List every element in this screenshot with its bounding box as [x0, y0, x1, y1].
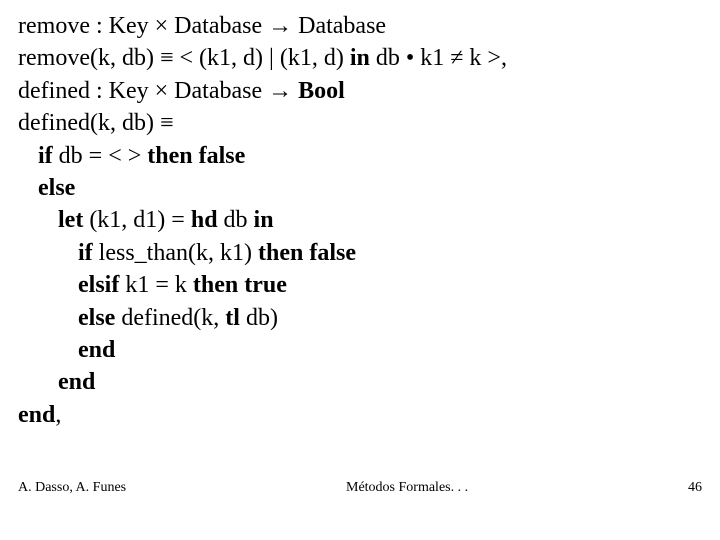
text: db)	[240, 305, 278, 331]
keyword-tl: tl	[225, 305, 240, 331]
keyword-hd: hd	[191, 207, 218, 233]
equiv-symbol: ≡	[160, 45, 174, 71]
keyword-elsif: elsif	[78, 272, 119, 298]
keyword-if: if	[78, 240, 93, 266]
text: k1 = k	[119, 272, 193, 298]
line-3: defined : Key × Database → Bool	[18, 75, 702, 107]
line-11: end	[18, 334, 702, 366]
times-symbol: ×	[155, 78, 169, 104]
text: k >,	[463, 45, 507, 71]
neq-symbol: ≠	[450, 45, 463, 71]
line-1: remove : Key × Database → Database	[18, 10, 702, 42]
line-5: if db = < > then false	[18, 140, 702, 172]
text: defined : Key	[18, 78, 155, 104]
keyword-else: else	[78, 305, 115, 331]
type-bool: Bool	[298, 78, 345, 104]
text: defined(k,	[115, 305, 225, 331]
keyword-if: if	[38, 143, 53, 169]
text: (k1, d1) =	[83, 207, 191, 233]
keyword-end: end	[58, 369, 95, 395]
line-4: defined(k, db) ≡	[18, 107, 702, 139]
arrow-symbol: →	[268, 13, 292, 39]
line-8: if less_than(k, k1) then false	[18, 237, 702, 269]
footer-authors: A. Dasso, A. Funes	[18, 480, 126, 496]
line-2: remove(k, db) ≡ < (k1, d) | (k1, d) in d…	[18, 42, 702, 74]
line-10: else defined(k, tl db)	[18, 302, 702, 334]
text: db	[218, 207, 254, 233]
line-6: else	[18, 172, 702, 204]
keyword-else: else	[38, 175, 75, 201]
arrow-symbol: →	[268, 78, 292, 104]
text: defined(k, db)	[18, 110, 160, 136]
text: Database	[292, 13, 386, 39]
line-12: end	[18, 366, 702, 398]
footer-title: Métodos Formales. . .	[346, 480, 468, 496]
keyword-then-false: then false	[258, 240, 356, 266]
keyword-then-true: then true	[193, 272, 287, 298]
keyword-in: in	[254, 207, 274, 233]
text: ,	[55, 402, 61, 428]
text: remove : Key	[18, 13, 155, 39]
equiv-symbol: ≡	[160, 110, 174, 136]
text: remove(k, db)	[18, 45, 160, 71]
times-symbol: ×	[155, 13, 169, 39]
line-7: let (k1, d1) = hd db in	[18, 204, 702, 236]
keyword-end: end	[78, 337, 115, 363]
keyword-in: in	[350, 45, 370, 71]
line-9: elsif k1 = k then true	[18, 269, 702, 301]
footer-page: 46	[688, 480, 702, 496]
text: db = < >	[53, 143, 148, 169]
text: < (k1, d) | (k1, d)	[174, 45, 350, 71]
line-13: end,	[18, 399, 702, 431]
text: db • k1	[370, 45, 450, 71]
keyword-then-false: then false	[147, 143, 245, 169]
keyword-end: end	[18, 402, 55, 428]
text: Database	[168, 13, 268, 39]
keyword-let: let	[58, 207, 83, 233]
text: less_than(k, k1)	[93, 240, 258, 266]
footer: A. Dasso, A. Funes Métodos Formales. . .…	[18, 480, 702, 496]
text: Database	[168, 78, 268, 104]
